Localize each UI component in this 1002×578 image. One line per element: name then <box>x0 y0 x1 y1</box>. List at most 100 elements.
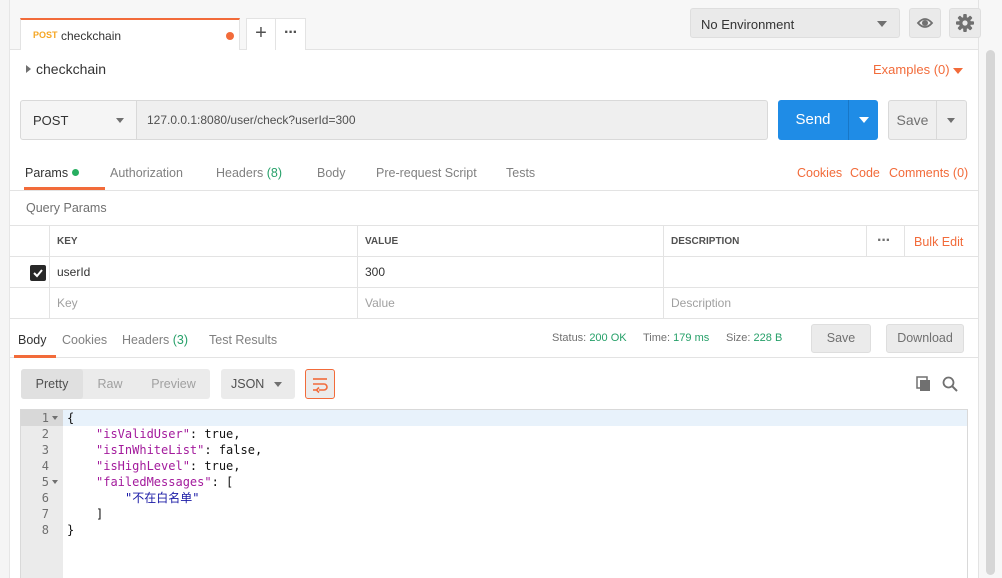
request-tab[interactable]: POST checkchain <box>20 18 240 50</box>
response-tab-headers[interactable]: Headers (3) <box>122 333 188 347</box>
chevron-down-icon <box>116 118 124 123</box>
new-value-input[interactable]: Value <box>357 288 663 319</box>
scrollbar-thumb[interactable] <box>986 50 995 575</box>
format-select-label: JSON <box>231 377 265 391</box>
manage-environments-button[interactable] <box>949 8 981 38</box>
view-mode-pretty[interactable]: Pretty <box>21 369 83 399</box>
body-view-mode-selector: Pretty Raw Preview <box>21 369 210 399</box>
cookies-link[interactable]: Cookies <box>797 166 842 180</box>
response-tab-body[interactable]: Body <box>18 333 47 347</box>
send-button[interactable]: Send <box>778 100 848 140</box>
view-mode-preview[interactable]: Preview <box>137 369 210 399</box>
description-column-label: DESCRIPTION <box>671 236 740 247</box>
unsaved-dot-icon <box>226 32 234 40</box>
code-line: "isValidUser": true, <box>67 426 241 442</box>
json-key: "failedMessages" <box>96 475 212 489</box>
param-value-cell[interactable]: 300 <box>357 257 663 288</box>
code-line: "不在白名单" <box>125 491 200 505</box>
size-label: Size: <box>726 332 751 344</box>
fold-chevron-down-icon[interactable] <box>52 480 58 484</box>
response-bar: Body Cookies Headers (3) Test Results St… <box>10 322 978 358</box>
code-line: "isInWhiteList": false, <box>67 442 262 458</box>
tab-headers-count: (8) <box>266 166 283 180</box>
url-input[interactable]: 127.0.0.1:8080/user/check?userId=300 <box>137 100 768 140</box>
response-tab-cookies[interactable]: Cookies <box>62 333 107 347</box>
response-active-tab-indicator <box>14 355 56 358</box>
line-number: 1 <box>41 411 49 425</box>
format-select[interactable]: JSON <box>221 369 295 399</box>
response-body-editor[interactable]: 1 2 3 4 5 6 7 8 { "isValidUser": true, "… <box>20 409 968 578</box>
size-readout: Size: 228 B <box>726 332 782 344</box>
more-options-icon[interactable]: ··· <box>877 232 891 250</box>
param-enabled-checkbox[interactable] <box>30 265 46 281</box>
comments-link[interactable]: Comments (0) <box>889 166 968 180</box>
response-headers-label: Headers <box>122 333 170 347</box>
environment-select[interactable]: No Environment <box>690 8 900 38</box>
status-value: 200 OK <box>589 332 627 344</box>
active-tab-indicator <box>24 187 105 190</box>
tab-authorization[interactable]: Authorization <box>110 166 183 180</box>
tab-params-label: Params <box>25 166 69 180</box>
json-value: : true, <box>189 427 241 441</box>
copy-response-button[interactable] <box>915 375 933 393</box>
tab-pre-request-script[interactable]: Pre-request Script <box>376 166 477 180</box>
response-tab-test-results[interactable]: Test Results <box>209 333 277 347</box>
wrap-lines-button[interactable] <box>305 369 335 399</box>
download-response-button[interactable]: Download <box>886 324 964 353</box>
new-tab-button[interactable]: + <box>246 18 276 50</box>
request-tabs: Params Authorization Headers (8) Body Pr… <box>10 155 978 191</box>
tab-options-button[interactable]: ··· <box>276 18 306 50</box>
table-row-empty: Key Value Description <box>10 288 978 319</box>
line-number: 7 <box>41 507 49 521</box>
json-key: "isHighLevel" <box>96 459 190 473</box>
examples-chevron-down-icon[interactable] <box>953 68 963 74</box>
fold-chevron-down-icon[interactable] <box>52 416 58 420</box>
line-number: 3 <box>41 443 49 457</box>
json-value: : [ <box>211 475 234 489</box>
line-number: 6 <box>41 491 49 505</box>
active-line-highlight <box>63 410 967 426</box>
save-response-button[interactable]: Save <box>811 324 871 353</box>
chevron-down-icon <box>877 21 887 27</box>
left-sidebar-edge <box>0 0 10 578</box>
http-method-select[interactable]: POST <box>20 100 137 140</box>
time-readout: Time: 179 ms <box>643 332 709 344</box>
json-value: : true, <box>189 459 241 473</box>
table-header-row: KEY VALUE DESCRIPTION ··· Bulk Edit <box>10 226 978 257</box>
send-options-button[interactable] <box>848 100 878 140</box>
tab-params[interactable]: Params <box>25 166 80 180</box>
param-key-cell[interactable]: userId <box>49 257 357 288</box>
code-line: ] <box>96 507 104 521</box>
view-mode-raw[interactable]: Raw <box>83 369 137 399</box>
line-number: 2 <box>41 427 49 441</box>
save-options-button[interactable] <box>937 100 967 140</box>
environment-quick-look-button[interactable] <box>909 8 941 38</box>
examples-dropdown[interactable]: Examples (0) <box>873 62 950 77</box>
new-key-input[interactable]: Key <box>49 288 357 319</box>
search-response-button[interactable] <box>941 375 959 393</box>
tab-body[interactable]: Body <box>317 166 346 180</box>
code-link[interactable]: Code <box>850 166 880 180</box>
bulk-edit-link[interactable]: Bulk Edit <box>914 235 963 249</box>
request-title[interactable]: checkchain <box>36 61 106 77</box>
request-tab-name: checkchain <box>61 29 122 43</box>
status-label: Status: <box>552 332 587 344</box>
chevron-right-icon[interactable] <box>26 65 31 73</box>
save-request-button[interactable]: Save <box>888 100 937 140</box>
code-line: "failedMessages": [ <box>67 474 233 490</box>
tab-headers[interactable]: Headers (8) <box>216 166 282 180</box>
tab-tests[interactable]: Tests <box>506 166 535 180</box>
json-value: : false, <box>204 443 263 457</box>
request-tab-method: POST <box>33 30 58 40</box>
key-column-header: KEY <box>49 226 357 257</box>
checkmark-icon <box>33 269 43 278</box>
eye-icon <box>916 18 934 28</box>
new-description-input[interactable]: Description <box>663 288 978 319</box>
size-value: 228 B <box>753 332 783 344</box>
wrap-lines-icon <box>313 378 328 394</box>
param-description-cell[interactable] <box>663 257 978 288</box>
chevron-down-icon <box>859 117 869 123</box>
json-key: "isValidUser" <box>96 427 190 441</box>
line-number: 5 <box>41 475 49 489</box>
code-line: { <box>67 411 75 425</box>
